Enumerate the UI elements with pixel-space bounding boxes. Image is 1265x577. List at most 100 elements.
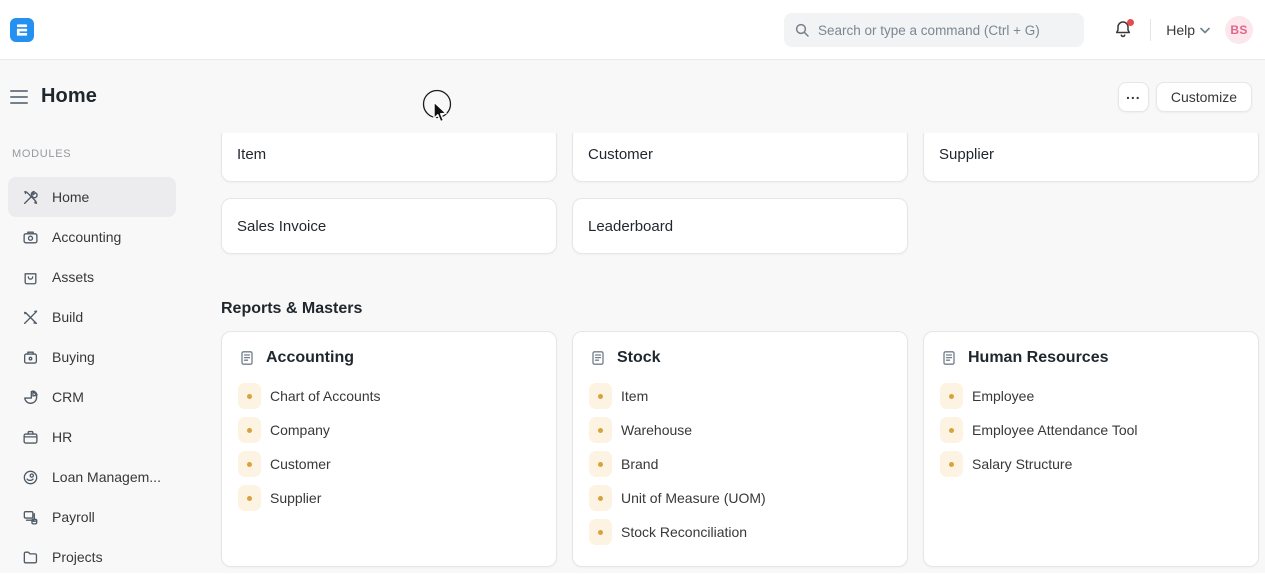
payroll-icon	[22, 509, 39, 526]
masters-link-label: Company	[270, 422, 330, 438]
item-dot	[949, 428, 954, 433]
masters-link-customer[interactable]: Customer	[238, 447, 540, 481]
item-dot	[247, 496, 252, 501]
briefcase-icon	[22, 429, 39, 446]
shortcut-card-sales-invoice[interactable]: Sales Invoice	[221, 198, 557, 254]
masters-link-unit-of-measure-uom-[interactable]: Unit of Measure (UOM)	[589, 481, 891, 515]
page-header: Home ... Customize	[0, 60, 1265, 133]
item-badge	[940, 451, 963, 477]
masters-link-label: Item	[621, 388, 648, 404]
shortcut-label: Sales Invoice	[237, 218, 326, 235]
modules-list: Home Accounting Assets Build Buying CRM HR Loan…	[8, 177, 205, 577]
search-input[interactable]	[818, 23, 1074, 38]
sidebar-item-payroll[interactable]: Payroll	[8, 497, 176, 537]
shortcut-card-customer[interactable]: Customer	[572, 133, 908, 182]
folder-icon	[22, 549, 39, 566]
sidebar-item-accounting[interactable]: Accounting	[8, 217, 176, 257]
masters-link-chart-of-accounts[interactable]: Chart of Accounts	[238, 379, 540, 413]
sidebar-item-buying[interactable]: Buying	[8, 337, 176, 377]
sidebar-item-label: CRM	[52, 389, 84, 405]
masters-link-label: Employee Attendance Tool	[972, 422, 1138, 438]
more-options-button[interactable]: ...	[1118, 82, 1149, 112]
page-title: Home	[41, 85, 97, 108]
workspace: Home ... Customize MODULES HomeAccountin…	[0, 60, 1265, 573]
cash-box-icon	[22, 349, 39, 366]
sidebar-item-home[interactable]: Home	[8, 177, 176, 217]
document-icon	[590, 350, 606, 366]
masters-card-header: Accounting	[238, 349, 540, 367]
item-dot	[949, 462, 954, 467]
masters-link-label: Stock Reconciliation	[621, 524, 747, 540]
sidebar-toggle-icon[interactable]	[10, 90, 28, 104]
sidebar-item-label: Build	[52, 309, 83, 325]
sidebar-item-label: HR	[52, 429, 72, 445]
masters-card-list: Item Warehouse Brand Unit of Measure (UO…	[589, 379, 891, 549]
sidebar-item-build[interactable]: Build	[8, 297, 176, 337]
notifications-button[interactable]	[1113, 19, 1135, 41]
masters-link-label: Unit of Measure (UOM)	[621, 490, 766, 506]
global-search[interactable]	[784, 13, 1084, 47]
masters-link-label: Warehouse	[621, 422, 692, 438]
item-badge	[238, 451, 261, 477]
masters-link-item[interactable]: Item	[589, 379, 891, 413]
user-avatar[interactable]: BS	[1225, 16, 1253, 44]
document-icon	[239, 350, 255, 366]
shortcut-card-leaderboard[interactable]: Leaderboard	[572, 198, 908, 254]
masters-link-stock-reconciliation[interactable]: Stock Reconciliation	[589, 515, 891, 549]
shortcut-label: Item	[237, 146, 266, 163]
masters-card-title: Stock	[617, 349, 661, 367]
item-dot	[598, 496, 603, 501]
search-icon	[794, 22, 810, 38]
item-badge	[589, 485, 612, 511]
masters-link-label: Brand	[621, 456, 658, 472]
masters-link-employee[interactable]: Employee	[940, 379, 1242, 413]
masters-card-title: Human Resources	[968, 349, 1109, 367]
masters-link-brand[interactable]: Brand	[589, 447, 891, 481]
item-badge	[589, 519, 612, 545]
cash-register-icon	[22, 229, 39, 246]
masters-card-title: Accounting	[266, 349, 354, 367]
item-badge	[589, 383, 612, 409]
sidebar-item-label: Home	[52, 189, 89, 205]
item-badge	[238, 417, 261, 443]
item-badge	[238, 485, 261, 511]
sidebar-item-assets[interactable]: Assets	[8, 257, 176, 297]
customize-button[interactable]: Customize	[1156, 82, 1252, 112]
shortcut-label: Supplier	[939, 146, 994, 163]
masters-link-salary-structure[interactable]: Salary Structure	[940, 447, 1242, 481]
item-badge	[589, 417, 612, 443]
masters-link-warehouse[interactable]: Warehouse	[589, 413, 891, 447]
masters-link-label: Supplier	[270, 490, 321, 506]
sidebar-item-loan-managem[interactable]: Loan Managem...	[8, 457, 176, 497]
masters-link-company[interactable]: Company	[238, 413, 540, 447]
masters-link-supplier[interactable]: Supplier	[238, 481, 540, 515]
build-tools-icon	[22, 309, 39, 326]
masters-link-employee-attendance-tool[interactable]: Employee Attendance Tool	[940, 413, 1242, 447]
masters-card-list: Employee Employee Attendance Tool Salary…	[940, 379, 1242, 481]
masters-card-stock: Stock Item Warehouse Brand Unit of Measu…	[572, 331, 908, 567]
workspace-content: Item Customer Supplier Sales Invoice Leader…	[205, 133, 1265, 573]
masters-link-label: Salary Structure	[972, 456, 1072, 472]
sidebar-item-projects[interactable]: Projects	[8, 537, 176, 577]
sidebar-item-crm[interactable]: CRM	[8, 377, 176, 417]
masters-card-header: Stock	[589, 349, 891, 367]
sidebar-item-hr[interactable]: HR	[8, 417, 176, 457]
shortcut-card-item[interactable]: Item	[221, 133, 557, 182]
shopping-bag-icon	[22, 269, 39, 286]
masters-card-header: Human Resources	[940, 349, 1242, 367]
shortcut-label: Leaderboard	[588, 218, 673, 235]
item-dot	[949, 394, 954, 399]
erpnext-logo[interactable]	[10, 18, 34, 42]
erpnext-logo-glyph	[15, 23, 29, 37]
sidebar-item-label: Buying	[52, 349, 95, 365]
help-label: Help	[1166, 22, 1195, 38]
header-actions: ... Customize	[1118, 82, 1252, 112]
masters-link-label: Employee	[972, 388, 1034, 404]
shortcut-card-supplier[interactable]: Supplier	[923, 133, 1259, 182]
item-dot	[598, 462, 603, 467]
shortcut-row-1: Item Customer Supplier	[221, 133, 1259, 182]
loan-coin-icon	[22, 469, 39, 486]
help-menu[interactable]: Help	[1166, 22, 1210, 38]
sidebar-item-label: Assets	[52, 269, 94, 285]
item-dot	[598, 394, 603, 399]
